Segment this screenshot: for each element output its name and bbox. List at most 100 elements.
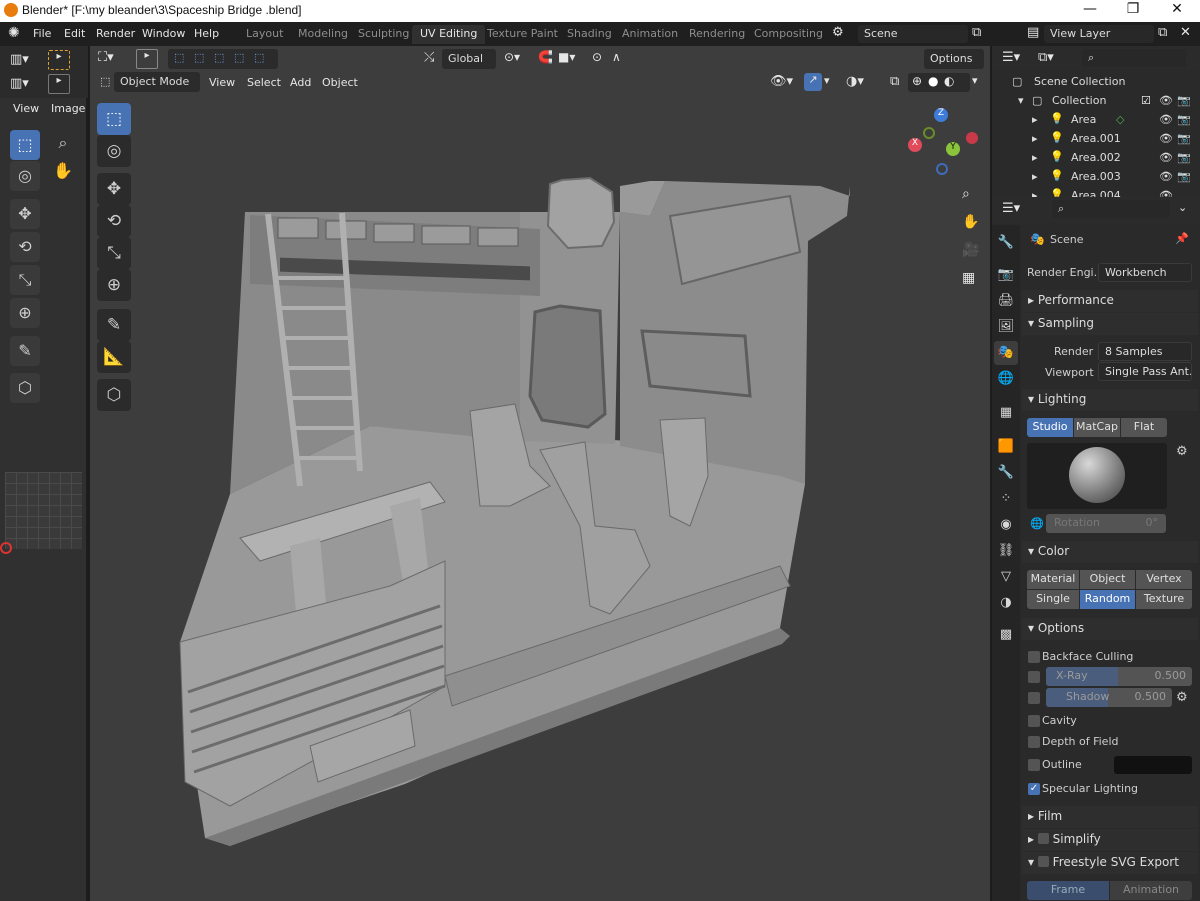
texture-tab-icon[interactable]: ▩	[994, 623, 1018, 647]
lighting-section[interactable]: ▾ Lighting	[1022, 389, 1198, 411]
editor-type-icon-2[interactable]: ▥▾	[10, 76, 29, 91]
eye-icon[interactable]: 👁	[1159, 132, 1173, 145]
color-texture-button[interactable]: Texture	[1136, 590, 1192, 609]
physics-tab-icon[interactable]: ◉	[994, 513, 1018, 537]
world-space-icon[interactable]: 🌐	[1030, 517, 1044, 530]
render-tab-icon[interactable]: 📷	[994, 263, 1018, 287]
data-tab-icon[interactable]: ▽	[994, 565, 1018, 589]
freestyle-section[interactable]: ▾ Freestyle SVG Export	[1022, 852, 1198, 874]
tab-rendering[interactable]: Rendering	[681, 25, 753, 44]
perspective-toggle-icon[interactable]: ▦	[962, 270, 975, 286]
camera-render-icon[interactable]: 📷	[1177, 170, 1191, 183]
color-material-button[interactable]: Material	[1027, 570, 1079, 589]
gizmo-neg-z-icon[interactable]	[936, 163, 948, 175]
color-single-button[interactable]: Single	[1027, 590, 1079, 609]
simplify-checkbox[interactable]	[1037, 833, 1049, 844]
backface-culling-checkbox[interactable]	[1028, 651, 1040, 663]
uv-grid[interactable]	[5, 472, 82, 549]
zoom-icon[interactable]: ⌕	[48, 128, 78, 158]
outliner-row-area-001[interactable]: ▸ 💡 Area.001 👁 📷	[992, 129, 1200, 148]
eye-icon[interactable]: 👁	[1159, 189, 1173, 197]
shadow-checkbox[interactable]	[1028, 692, 1040, 704]
studio-light-preview[interactable]	[1027, 443, 1167, 509]
color-object-button[interactable]: Object	[1080, 570, 1135, 589]
tab-compositing[interactable]: Compositing	[746, 25, 831, 44]
menu-window[interactable]: Window	[142, 27, 185, 40]
rotation-slider[interactable]: Rotation 0°	[1046, 514, 1166, 533]
shadow-slider[interactable]: Shadow 0.500	[1046, 688, 1172, 707]
expand-arrow-icon[interactable]: ▸	[1032, 151, 1038, 164]
expand-arrow-icon[interactable]: ▸	[1032, 113, 1038, 126]
performance-section[interactable]: ▸ Performance	[1022, 290, 1198, 312]
particles-tab-icon[interactable]: ⁘	[994, 487, 1018, 511]
camera-view-icon[interactable]: 🎥	[962, 242, 979, 258]
3d-viewport[interactable]: ⛶▾ ▸ ⬚ ⬚ ⬚ ⬚ ⬚ ⤯ Global ⊙▾ 🧲 ■▾ ⊙ ∧ Opti…	[90, 46, 990, 901]
cavity-checkbox[interactable]	[1028, 715, 1040, 727]
freestyle-animation-button[interactable]: Animation	[1110, 881, 1192, 900]
cursor-tool-button[interactable]: ◎	[10, 161, 40, 191]
new-view-layer-icon[interactable]: ⧉	[1158, 25, 1167, 40]
modifier-tab-icon[interactable]: 🔧	[994, 461, 1018, 485]
eye-icon[interactable]: 👁	[1159, 94, 1173, 107]
tab-shading[interactable]: Shading	[559, 25, 620, 44]
select-tool-button[interactable]: ⬚	[10, 130, 40, 160]
options-section[interactable]: ▾ Options	[1022, 618, 1198, 640]
tab-sculpting[interactable]: Sculpting	[350, 25, 417, 44]
scale-tool-button[interactable]: ⤡	[10, 265, 40, 295]
maximize-button[interactable]: ❐	[1118, 1, 1148, 17]
scene-tab-icon[interactable]: 🎭	[994, 341, 1018, 365]
render-samples-dropdown[interactable]: 8 Samples	[1098, 342, 1192, 361]
gizmo-x-icon[interactable]: X	[908, 138, 922, 152]
output-tab-icon[interactable]: 🖨	[994, 289, 1018, 313]
color-random-button[interactable]: Random	[1080, 590, 1135, 609]
gizmo-neg-x-icon[interactable]	[966, 132, 978, 144]
outline-checkbox[interactable]	[1028, 759, 1040, 771]
preferences-gear-icon[interactable]: ⚙	[1176, 444, 1188, 459]
tab-uv-editing[interactable]: UV Editing	[412, 25, 486, 44]
camera-render-icon[interactable]: 📷	[1177, 94, 1191, 107]
outliner-row-collection[interactable]: ▾ ▢ Collection ☑ 👁 📷	[992, 91, 1200, 110]
outliner-search-input[interactable]: ⌕	[1082, 49, 1186, 67]
color-section[interactable]: ▾ Color	[1022, 541, 1198, 563]
lighting-matcap-button[interactable]: MatCap	[1074, 418, 1120, 437]
properties-editor-icon[interactable]: ☰▾	[1002, 201, 1020, 216]
menu-file[interactable]: File	[33, 27, 51, 40]
xray-checkbox[interactable]	[1028, 671, 1040, 683]
world-tab-icon[interactable]: 🌐	[994, 367, 1018, 391]
object-tab-icon[interactable]: 🟧	[994, 435, 1018, 459]
outliner-editor-icon[interactable]: ☰▾	[1002, 50, 1020, 65]
spaceship-bridge-model[interactable]	[90, 46, 990, 901]
lighting-flat-button[interactable]: Flat	[1121, 418, 1167, 437]
dof-checkbox[interactable]	[1028, 736, 1040, 748]
specular-lighting-checkbox[interactable]: ✓	[1028, 783, 1040, 795]
expand-arrow-icon[interactable]: ▸	[1032, 189, 1038, 197]
camera-render-icon[interactable]: 📷	[1177, 113, 1191, 126]
editor-type-icon[interactable]: ▥▾	[10, 52, 29, 67]
rotate-tool-button[interactable]: ⟲	[10, 232, 40, 262]
shadow-settings-gear-icon[interactable]: ⚙	[1176, 690, 1188, 705]
tab-modeling[interactable]: Modeling	[290, 25, 356, 44]
tool-cursor-icon[interactable]: ▸	[48, 74, 70, 94]
display-mode-icon[interactable]: ⧉▾	[1038, 50, 1054, 65]
lighting-studio-button[interactable]: Studio	[1027, 418, 1073, 437]
minimize-button[interactable]: —	[1075, 1, 1105, 17]
menu-edit[interactable]: Edit	[64, 27, 85, 40]
blender-menu-icon[interactable]: ✺	[8, 25, 20, 41]
eye-icon[interactable]: 👁	[1159, 113, 1173, 126]
sampling-section[interactable]: ▾ Sampling	[1022, 313, 1198, 335]
expand-arrow-icon[interactable]: ▾	[1018, 94, 1024, 107]
scene-name-field[interactable]: Scene	[858, 25, 968, 43]
eye-icon[interactable]: 👁	[1159, 170, 1173, 183]
outliner-row-scene-collection[interactable]: ▢ Scene Collection	[992, 72, 1200, 91]
freestyle-checkbox[interactable]	[1037, 856, 1049, 867]
transform-tool-button[interactable]: ⊕	[10, 298, 40, 328]
outliner-row-area-003[interactable]: ▸ 💡 Area.003 👁 📷	[992, 167, 1200, 186]
view-layer-tab-icon[interactable]: 🖼	[994, 315, 1018, 339]
menu-help[interactable]: Help	[194, 27, 219, 40]
image-menu[interactable]: Image	[51, 102, 85, 115]
pin-icon[interactable]: 📌	[1175, 232, 1189, 245]
gizmo-y-icon[interactable]: Y	[946, 142, 960, 156]
grab-tool-button[interactable]: ⬡	[10, 373, 40, 403]
material-tab-icon[interactable]: ◑	[994, 591, 1018, 615]
new-scene-icon[interactable]: ⧉	[972, 25, 981, 40]
